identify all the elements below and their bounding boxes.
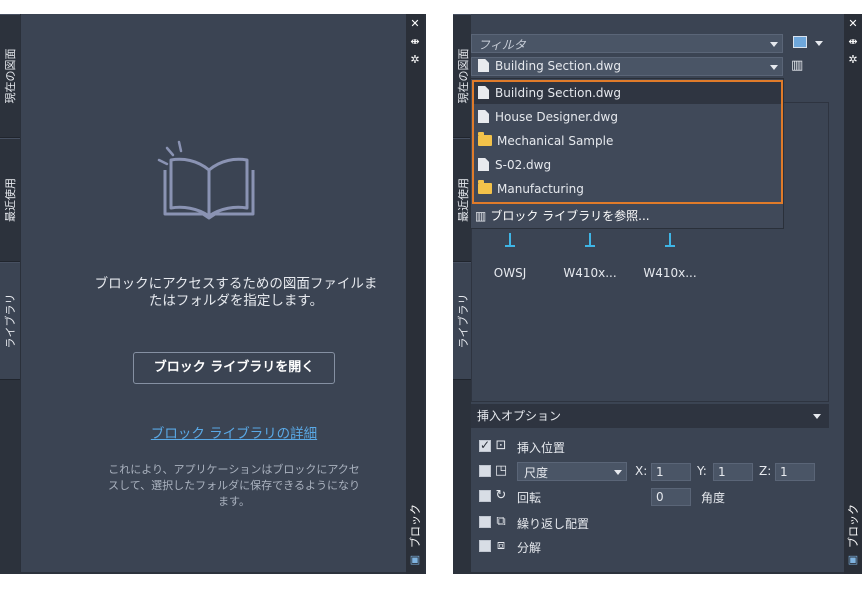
list-item[interactable]: S-02.dwg — [478, 154, 778, 176]
open-library-button[interactable]: ブロック ライブラリを開く — [133, 352, 335, 384]
block-thumbnail[interactable] — [665, 233, 675, 247]
palette-title: ブロック — [847, 504, 860, 548]
rotation-label: 回転 — [517, 491, 542, 505]
chevron-down-icon — [770, 65, 778, 70]
folder-icon — [478, 132, 492, 146]
tab-label: ライブラリ — [457, 293, 470, 349]
library-content: フィルタ Building Section.dwg ▥ OWSJ W410x..… — [470, 14, 844, 572]
scale-checkbox[interactable] — [479, 465, 491, 477]
tab-label: ライブラリ — [4, 293, 17, 349]
insertion-point-icon: ⊡ — [495, 438, 507, 453]
file-icon — [478, 86, 489, 99]
z-label: Z: — [759, 464, 772, 478]
insert-options-header[interactable]: 挿入オプション — [471, 404, 829, 428]
block-name: W410x... — [563, 266, 617, 280]
properties-icon[interactable]: ✲ — [409, 54, 421, 66]
autohide-icon[interactable]: ⇼ — [847, 36, 859, 48]
blocks-palette-icon: ▣ — [409, 553, 421, 566]
chevron-down-icon[interactable] — [815, 41, 823, 46]
block-name: W410x... — [643, 266, 697, 280]
tab-recent[interactable]: 最近使用 — [0, 138, 20, 262]
tab-label: 現在の図面 — [457, 48, 470, 104]
repeat-placement-checkbox[interactable] — [479, 516, 491, 528]
palette-titlebar[interactable]: ✕ ⇼ ✲ ブロック ▣ — [406, 14, 424, 574]
browse-library-icon: ▥ — [475, 209, 487, 223]
properties-icon[interactable]: ✲ — [847, 54, 859, 66]
tab-label: 現在の図面 — [4, 48, 17, 104]
autohide-icon[interactable]: ⇼ — [409, 36, 421, 48]
block-thumbnail[interactable] — [585, 233, 595, 247]
blocks-palette-icon: ▣ — [847, 553, 859, 566]
angle-field[interactable]: 0 — [651, 488, 691, 506]
tab-current-drawing[interactable]: 現在の図面 — [0, 14, 20, 138]
tab-libraries[interactable]: ライブラリ — [0, 262, 20, 380]
info-note: これにより、アプリケーションはブロックにアクセスして、選択したフォルダに保存でき… — [108, 463, 360, 508]
library-details-link[interactable]: ブロック ライブラリの詳細 — [121, 422, 347, 442]
thumbnail-view-icon[interactable] — [793, 36, 807, 48]
browse-library-icon[interactable]: ▥ — [791, 58, 809, 74]
scale-z-field[interactable]: 1 — [775, 463, 815, 481]
chevron-down-icon — [813, 414, 821, 419]
file-icon — [478, 110, 489, 123]
browse-library-item[interactable]: ▥ ブロック ライブラリを参照... — [475, 207, 650, 224]
file-icon — [478, 59, 489, 72]
scale-mode-select[interactable]: 尺度 — [517, 462, 627, 481]
filter-combo[interactable]: フィルタ — [471, 34, 783, 53]
close-icon[interactable]: ✕ — [847, 18, 859, 30]
palette-title: ブロック — [409, 504, 422, 548]
list-item[interactable]: House Designer.dwg — [478, 106, 778, 128]
close-icon[interactable]: ✕ — [409, 18, 421, 30]
explode-checkbox[interactable] — [479, 540, 491, 552]
chevron-down-icon — [770, 42, 778, 47]
scale-icon: ◳ — [494, 463, 508, 478]
block-thumbnail[interactable] — [505, 233, 515, 247]
block-name: OWSJ — [493, 266, 527, 280]
repeat-placement-icon: ⧉ — [496, 514, 506, 529]
explode-label: 分解 — [517, 541, 542, 555]
angle-label: 角度 — [701, 491, 726, 505]
scale-x-field[interactable]: 1 — [651, 463, 691, 481]
library-content: ブロックにアクセスするための図面ファイルまたはフォルダを指定します。 ブロック … — [20, 14, 406, 572]
blocks-palette-empty: 現在の図面 最近使用 ライブラリ ブロックにアクセスするための図面ファイルまたは… — [0, 14, 426, 574]
insertion-point-checkbox[interactable] — [479, 438, 491, 452]
y-label: Y: — [697, 464, 707, 478]
rotation-checkbox[interactable] — [479, 490, 491, 502]
empty-message: ブロックにアクセスするための図面ファイルまたはフォルダを指定します。 — [94, 276, 378, 309]
x-label: X: — [635, 464, 648, 478]
palette-titlebar[interactable]: ✕ ⇼ ✲ ブロック ▣ — [844, 14, 862, 574]
tab-libraries[interactable]: ライブラリ — [453, 262, 473, 380]
file-icon — [478, 158, 489, 171]
filter-text: フィルタ — [478, 38, 526, 52]
library-select[interactable]: Building Section.dwg — [471, 57, 783, 76]
folder-icon — [478, 180, 492, 194]
list-item[interactable]: Manufacturing — [478, 178, 778, 200]
open-book-icon — [157, 140, 255, 220]
list-item[interactable]: Building Section.dwg — [474, 82, 781, 104]
scale-y-field[interactable]: 1 — [713, 463, 753, 481]
tab-label: 最近使用 — [457, 178, 470, 222]
tab-label: 最近使用 — [4, 178, 17, 222]
explode-icon: ⧈ — [496, 538, 506, 553]
chevron-down-icon — [614, 470, 622, 475]
library-dropdown: Building Section.dwg House Designer.dwg … — [470, 78, 784, 229]
rotate-icon: ↻ — [495, 488, 507, 503]
insert-options-body: ⊡ 挿入位置 ◳ 尺度 X: 1 Y: 1 Z: 1 ↻ 回転 0 角度 ⧉ 繰… — [471, 428, 829, 560]
library-select-value: Building Section.dwg — [478, 59, 621, 73]
insertion-point-label: 挿入位置 — [517, 441, 566, 455]
list-item[interactable]: Mechanical Sample — [478, 130, 778, 152]
recent-libraries-list: Building Section.dwg House Designer.dwg … — [472, 80, 783, 204]
blocks-palette-library: 現在の図面 最近使用 ライブラリ フィルタ Building Section.d… — [453, 14, 862, 574]
repeat-placement-label: 繰り返し配置 — [517, 517, 590, 531]
